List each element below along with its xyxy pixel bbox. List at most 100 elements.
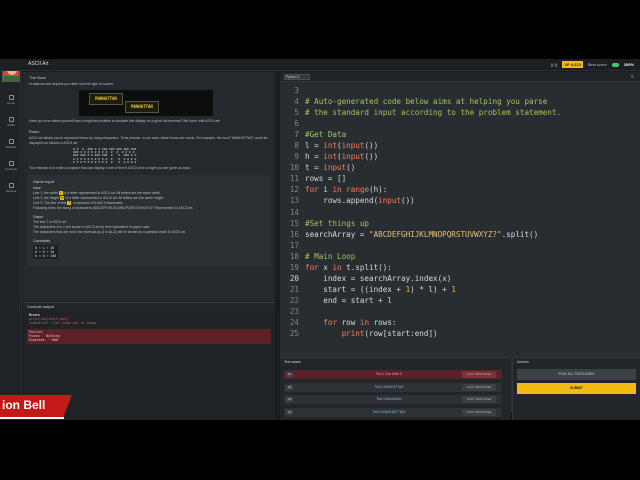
xp-badge: XP 4,310: [562, 61, 583, 68]
code-line[interactable]: 21 start = ((index + 1) * l) + 1: [280, 284, 640, 295]
rail-item-home[interactable]: Home: [0, 95, 22, 105]
line-number: 5: [294, 108, 299, 118]
code-text[interactable]: [304, 118, 305, 129]
mission-text: Your mission is to write a program that …: [29, 166, 192, 171]
code-line[interactable]: 4 # Auto-generated code below aims at hel…: [280, 96, 640, 107]
code-line[interactable]: 25 print(row[start:end]): [280, 328, 640, 339]
rail-item-discuss[interactable]: Discuss: [0, 183, 22, 193]
line-number: 14: [289, 207, 299, 217]
left-nav-rail: Home Clash Practice Contests Discuss: [0, 59, 22, 420]
submit-button[interactable]: SUBMIT: [517, 383, 636, 394]
code-line[interactable]: 6: [280, 118, 640, 129]
test-case-name: Test 1 One letter E: [375, 372, 403, 376]
failure-box: Failure Found: Nothing Expected: `'###': [27, 329, 271, 344]
line-number: 9: [294, 152, 299, 162]
play-testcase-button[interactable]: PLAY TESTCASE: [462, 371, 496, 378]
rail-item-contests[interactable]: Contests: [0, 161, 22, 171]
test-case-name: Test 3 ManhAtTan: [376, 397, 402, 401]
rules-text: ASCII art allows you to represent forms …: [29, 136, 268, 145]
test-cases-panel: Test cases 01 Test 1 One letter E PLAY TES…: [280, 357, 510, 420]
code-text[interactable]: for i in range(h):: [304, 184, 387, 195]
code-line[interactable]: 5 # the standard input according to the p…: [280, 107, 640, 118]
line-number: 3: [294, 86, 299, 95]
output-text-3: The characters that are not in the inter…: [33, 230, 187, 235]
goal-question: Have you ever asked yourself how it migh…: [29, 119, 220, 123]
code-line[interactable]: 12 for i in range(h):: [280, 184, 640, 195]
code-line[interactable]: 14: [280, 207, 640, 218]
code-text[interactable]: #Get Data: [304, 129, 346, 140]
code-text[interactable]: [304, 240, 305, 251]
code-line[interactable]: 3: [280, 85, 640, 96]
test-case-row[interactable]: 04 Test 4 M@NH@TT@N PLAY TESTCASE: [284, 407, 502, 417]
code-text[interactable]: # Auto-generated code below aims at help…: [304, 96, 547, 107]
input-var-badge: H: [59, 196, 65, 201]
code-line[interactable]: 7 #Get Data: [280, 129, 640, 140]
best-score-value: 100%: [623, 62, 634, 67]
code-text[interactable]: # Main Loop: [304, 251, 355, 262]
code-text[interactable]: rows.append(input()): [304, 195, 414, 206]
code-text[interactable]: rows = []: [304, 173, 346, 184]
test-case-number: 01: [286, 372, 293, 377]
code-line[interactable]: 17: [280, 240, 640, 251]
code-text[interactable]: for x in t.split():: [304, 262, 392, 273]
test-case-row[interactable]: 03 Test 3 ManhAtTan PLAY TESTCASE: [284, 395, 502, 404]
code-text[interactable]: # the standard input according to the pr…: [304, 107, 561, 118]
rail-item-practice[interactable]: Practice: [0, 139, 22, 149]
code-line[interactable]: 20 index = searchArray.index(x): [280, 273, 640, 284]
code-text[interactable]: [304, 207, 305, 218]
code-text[interactable]: for row in rows:: [304, 317, 396, 328]
code-text[interactable]: print(row[start:end]): [304, 328, 438, 339]
code-line[interactable]: 9 h = int(input()): [280, 151, 640, 162]
line-number: 10: [289, 163, 299, 173]
code-text[interactable]: t = input(): [304, 162, 355, 173]
code-text[interactable]: [304, 306, 305, 317]
code-text[interactable]: #Set things up: [304, 218, 369, 229]
code-text[interactable]: searchArray = "ABCDEFGHIJKLMNOPQRSTUVWXY…: [304, 229, 538, 240]
code-text[interactable]: start = ((index + 1) * l) + 1: [304, 284, 456, 295]
input-line-text: , composed of N ASCII characters.: [71, 201, 124, 206]
code-line[interactable]: 18 # Main Loop: [280, 251, 640, 262]
code-line[interactable]: 13 rows.append(input()): [280, 195, 640, 206]
station-sign-left: MANHATTAN: [89, 93, 123, 105]
line-number: 24: [289, 317, 299, 327]
code-line[interactable]: 23: [280, 306, 640, 317]
code-line[interactable]: 19 for x in t.split():: [280, 262, 640, 273]
test-case-row[interactable]: 02 Test 2 MANHATTAN PLAY TESTCASE: [284, 382, 502, 392]
input-line-text: Line 1: the width: [33, 191, 58, 196]
ascii-art-example: # # # ### # # ### ### ### ### ### ### # …: [73, 147, 137, 164]
line-number: 18: [289, 251, 299, 261]
error-line: IndexError: list index out of range: [29, 321, 97, 325]
code-line[interactable]: 15 #Set things up: [280, 218, 640, 229]
editor-settings-icon[interactable]: ⚙: [630, 74, 634, 79]
station-display-image: MANHATTAN MANHATTAN: [79, 90, 213, 116]
rail-item-clash[interactable]: Clash: [0, 117, 22, 127]
game-input-title: Game Input: [33, 179, 54, 185]
problem-statement-panel: The Goal In stations and airports you of…: [23, 72, 275, 302]
play-testcase-button[interactable]: PLAY TESTCASE: [462, 396, 496, 403]
actions-panel: Actions PLAY ALL TESTCASES SUBMIT: [512, 357, 640, 420]
code-lines[interactable]: 3 4 # Auto-generated code below aims at he…: [280, 85, 640, 339]
code-line[interactable]: 16 searchArray = "ABCDEFGHIJKLMNOPQRSTUVW…: [280, 229, 640, 240]
code-text[interactable]: l = int(input()): [304, 140, 378, 151]
code-text[interactable]: h = int(input()): [304, 151, 378, 162]
code-line[interactable]: 24 for row in rows:: [280, 317, 640, 328]
play-testcase-button[interactable]: PLAY TESTCASE: [462, 383, 496, 391]
code-text[interactable]: end = start + l: [304, 295, 392, 306]
code-line[interactable]: 8 l = int(input()): [280, 140, 640, 151]
code-line[interactable]: 22 end = start + l: [280, 295, 640, 306]
test-case-row[interactable]: 01 Test 1 One letter E PLAY TESTCASE: [284, 370, 502, 379]
trophy-icon: [8, 161, 14, 166]
share-icon[interactable]: ((·)): [551, 62, 558, 67]
play-testcase-button[interactable]: PLAY TESTCASE: [462, 408, 496, 416]
score-toggle[interactable]: [611, 62, 619, 67]
line-number: 21: [289, 284, 299, 294]
lower-third-text: ion Bell: [2, 398, 46, 412]
play-all-testcases-button[interactable]: PLAY ALL TESTCASES: [517, 369, 636, 380]
code-text[interactable]: [304, 85, 305, 96]
code-text[interactable]: index = searchArray.index(x): [304, 273, 451, 284]
line-number: 16: [289, 229, 299, 239]
rail-label: Clash: [7, 123, 15, 127]
code-line[interactable]: 11 rows = []: [280, 173, 640, 184]
code-line[interactable]: 10 t = input(): [280, 162, 640, 173]
language-select[interactable]: Python 3: [284, 74, 310, 80]
